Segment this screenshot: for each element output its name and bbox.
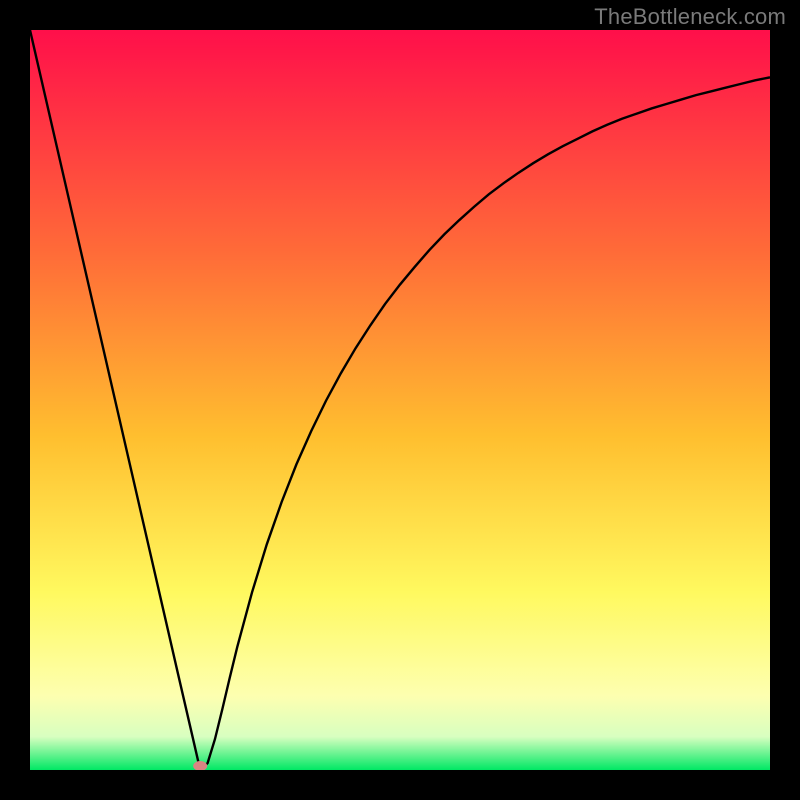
attribution-label: TheBottleneck.com: [594, 4, 786, 30]
gradient-background: [30, 30, 770, 770]
plot-area: [30, 30, 770, 770]
chart-svg: [30, 30, 770, 770]
chart-frame: TheBottleneck.com: [0, 0, 800, 800]
